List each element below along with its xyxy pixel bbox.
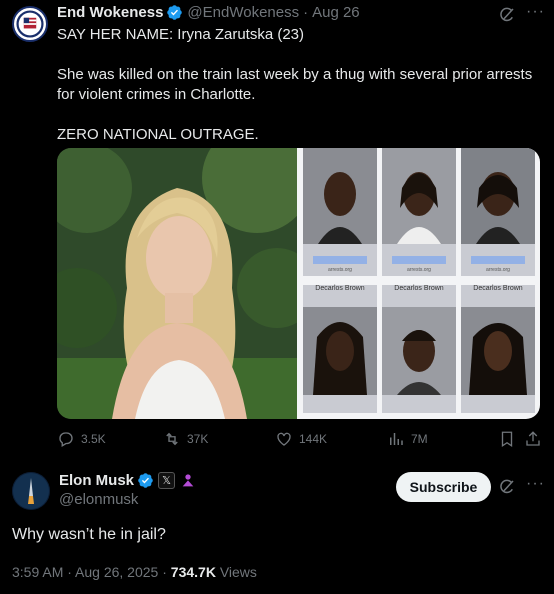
- share-icon[interactable]: [524, 430, 542, 448]
- author-handle[interactable]: @elonmusk: [59, 491, 138, 508]
- mugshot: Decarlos Brown: [303, 285, 377, 413]
- mugshot-name: Decarlos Brown: [473, 285, 523, 292]
- verified-badge-icon: [167, 5, 183, 20]
- mugshot-grid[interactable]: arrests.org arrests.org arrests.org Deca…: [297, 148, 540, 419]
- mugshot-name: Decarlos Brown: [394, 285, 444, 292]
- author-name[interactable]: End Wokeness: [57, 4, 163, 21]
- bookmark-icon[interactable]: [498, 430, 516, 448]
- post-text: SAY HER NAME: Iryna Zarutska (23) She wa…: [57, 25, 542, 145]
- x-affiliation-icon[interactable]: 𝕏: [158, 472, 176, 489]
- views-label: Views: [215, 564, 257, 580]
- grok-icon[interactable]: [498, 6, 516, 24]
- post-media[interactable]: arrests.org arrests.org arrests.org Deca…: [57, 148, 540, 419]
- post-timestamp[interactable]: 3:59 AM · Aug 26, 2025 ·: [12, 564, 171, 580]
- more-options-icon[interactable]: ···: [526, 475, 545, 493]
- post-text-line: SAY HER NAME: Iryna Zarutska (23): [57, 26, 305, 43]
- affiliate-icon[interactable]: [180, 473, 196, 489]
- mugshot-watermark: arrests.org: [407, 267, 431, 273]
- views-count: 7M: [411, 432, 428, 446]
- analytics-icon: [390, 433, 403, 445]
- mugshot-watermark: arrests.org: [328, 267, 352, 273]
- repost-icon: [166, 432, 178, 446]
- mugshot: Decarlos Brown: [461, 285, 535, 413]
- mugshot: arrests.org: [461, 148, 535, 276]
- subscribe-button[interactable]: Subscribe: [396, 472, 491, 502]
- repost-count: 37K: [187, 432, 209, 446]
- post-text-line: ZERO NATIONAL OUTRAGE.: [57, 126, 259, 143]
- more-options-icon[interactable]: ···: [526, 3, 545, 21]
- mugshot: arrests.org: [303, 148, 377, 276]
- quoted-post[interactable]: End Wokeness @EndWokeness · Aug 26 ··· S…: [0, 0, 554, 455]
- views-button[interactable]: 7M: [387, 430, 428, 448]
- author-handle[interactable]: @EndWokeness: [187, 4, 299, 21]
- mugshot: Decarlos Brown: [382, 285, 456, 413]
- reply-post[interactable]: Elon Musk 𝕏 @elonmusk Subscribe ··· Why …: [0, 462, 554, 594]
- post-actions: 3.5K 37K 144K 7M: [57, 430, 542, 450]
- reply-icon: [59, 432, 73, 447]
- grok-icon[interactable]: [498, 478, 516, 496]
- separator-dot: ·: [303, 4, 309, 21]
- author-avatar[interactable]: [12, 6, 48, 42]
- author-avatar[interactable]: [12, 472, 50, 510]
- like-button[interactable]: 144K: [275, 430, 327, 448]
- mugshot-watermark: arrests.org: [486, 267, 510, 273]
- post-text-line: She was killed on the train last week by…: [57, 66, 533, 103]
- verified-badge-icon: [138, 473, 153, 488]
- mugshot: arrests.org: [382, 148, 456, 276]
- like-count: 144K: [299, 432, 328, 446]
- author-name[interactable]: Elon Musk: [59, 472, 134, 489]
- heart-icon: [277, 432, 291, 446]
- victim-photo[interactable]: [57, 148, 297, 419]
- repost-button[interactable]: 37K: [163, 430, 208, 448]
- reply-button[interactable]: 3.5K: [57, 430, 106, 448]
- post-date[interactable]: Aug 26: [312, 4, 360, 21]
- reply-text: Why wasn’t he in jail?: [12, 526, 166, 543]
- post-meta: 3:59 AM · Aug 26, 2025 · 734.7K Views: [12, 564, 257, 580]
- reply-count: 3.5K: [81, 432, 106, 446]
- mugshot-name: Decarlos Brown: [315, 285, 365, 292]
- views-count: 734.7K: [170, 564, 216, 580]
